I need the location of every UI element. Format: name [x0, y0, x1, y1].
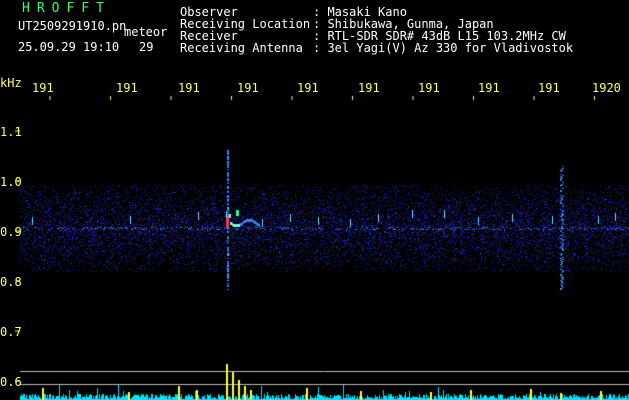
timestamp-label: 25.09.29 19:10 — [18, 40, 120, 54]
x-tick: 1920 — [592, 81, 621, 95]
hrofft-screen: HROFFT UT2509291910.pn meteor 25.09.29 1… — [0, 0, 629, 400]
y-tick: 1.0 — [0, 175, 22, 189]
y-tick: 1.1 — [0, 125, 22, 139]
unit-label: kHz — [0, 76, 22, 90]
filename-label: UT2509291910.pn — [18, 19, 127, 33]
x-tick: 191 — [538, 81, 560, 95]
y-tick: 0.8 — [0, 275, 22, 289]
x-tick: 191 — [178, 81, 200, 95]
x-tick: 191 — [297, 81, 319, 95]
x-tick: 191 — [418, 81, 440, 95]
x-tick: 191 — [478, 81, 500, 95]
y-tick: 0.6 — [0, 375, 22, 389]
x-tick: 191 — [237, 81, 259, 95]
spectrogram — [0, 0, 629, 400]
y-tick: 0.7 — [0, 325, 22, 339]
antenna-value: : 3el Yagi(V) Az 330 for Vladivostok — [313, 41, 574, 55]
y-tick: 0.9 — [0, 225, 22, 239]
brand-title: HROFFT — [22, 1, 111, 16]
count-label: 29 — [139, 40, 154, 54]
antenna-label: Receiving Antenna — [180, 41, 303, 55]
x-tick: 191 — [116, 81, 138, 95]
x-tick: 191 — [358, 81, 380, 95]
meteor-tag: meteor — [124, 25, 168, 39]
x-tick: 191 — [32, 81, 54, 95]
